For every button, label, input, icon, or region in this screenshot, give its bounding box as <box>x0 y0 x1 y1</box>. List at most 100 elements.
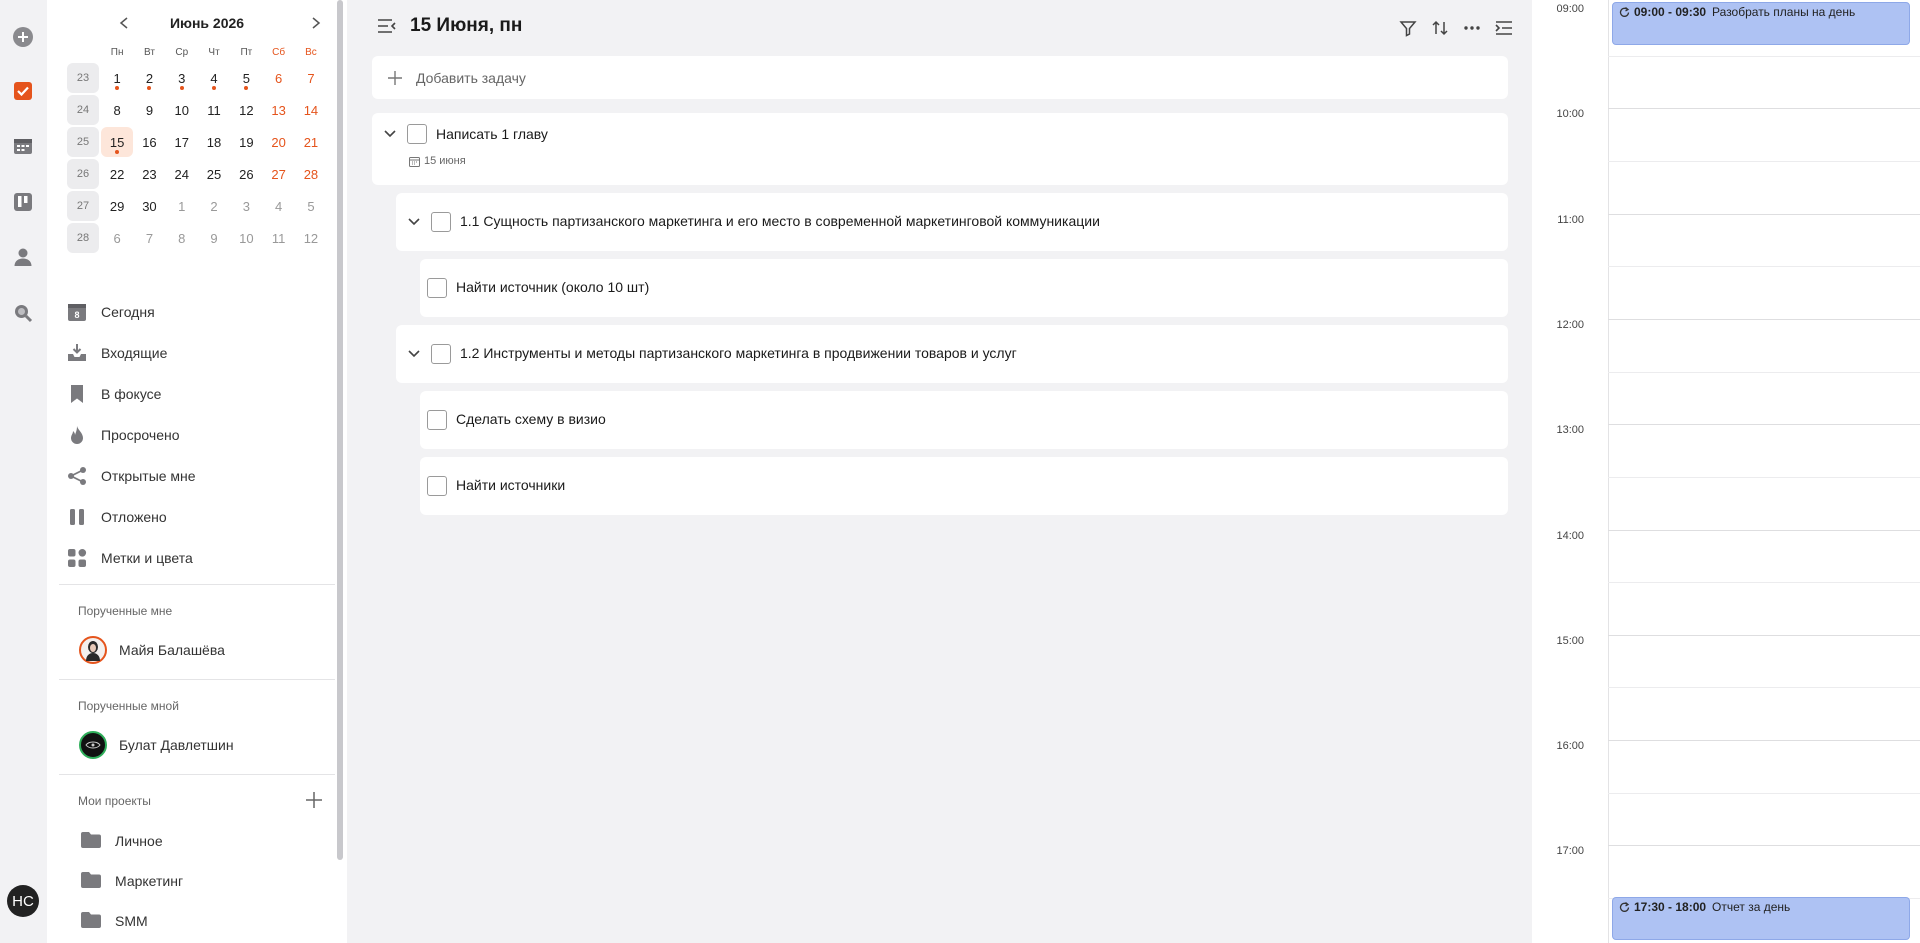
week-number[interactable]: 28 <box>67 223 99 253</box>
calendar-day[interactable]: 2 <box>198 191 230 221</box>
hour-label: 16:00 <box>1556 740 1584 753</box>
week-number[interactable]: 26 <box>67 159 99 189</box>
task-row[interactable]: Найти источник (около 10 шт) <box>420 259 1508 317</box>
calendar-day[interactable]: 5 <box>230 63 262 93</box>
person-item-assigned-to-me[interactable]: Майя Балашёва <box>79 634 225 666</box>
task-row[interactable]: Написать 1 главу 15 июня <box>372 113 1508 185</box>
calendar-day[interactable]: 21 <box>295 127 327 157</box>
calendar-day[interactable]: 9 <box>133 95 165 125</box>
chevron-down-icon[interactable] <box>406 346 422 362</box>
sidebar-scrollbar[interactable] <box>337 0 343 860</box>
calendar-day[interactable]: 1 <box>166 191 198 221</box>
calendar-day[interactable]: 28 <box>295 159 327 189</box>
calendar-day[interactable]: 22 <box>101 159 133 189</box>
sidebar-item-3[interactable]: Просрочено <box>65 414 335 455</box>
calendar-day[interactable]: 10 <box>166 95 198 125</box>
calendar-day[interactable]: 24 <box>166 159 198 189</box>
folder-icon <box>80 871 102 892</box>
day-number: 9 <box>210 230 218 246</box>
chevron-down-icon[interactable] <box>406 214 422 230</box>
task-row[interactable]: Найти источники <box>420 457 1508 515</box>
user-avatar[interactable]: НС <box>7 885 39 917</box>
calendar-day[interactable]: 7 <box>133 223 165 253</box>
sidebar-item-0[interactable]: 8 Сегодня <box>65 291 335 332</box>
task-title: Сделать схему в визио <box>456 411 606 427</box>
tasks-checkbox-icon[interactable] <box>11 79 35 103</box>
calendar-day[interactable]: 17 <box>166 127 198 157</box>
task-checkbox[interactable] <box>427 476 447 496</box>
add-circle-icon[interactable] <box>11 25 35 49</box>
calendar-day-today[interactable]: 15 <box>101 127 134 157</box>
project-item[interactable]: Маркетинг <box>80 866 183 896</box>
day-number: 22 <box>109 166 125 182</box>
collapse-panel-icon[interactable] <box>1493 17 1515 39</box>
more-options-icon[interactable] <box>1461 17 1483 39</box>
task-row[interactable]: 1.1 Сущность партизанского маркетинга и … <box>396 193 1508 251</box>
calendar-day[interactable]: 1 <box>101 63 133 93</box>
task-checkbox[interactable] <box>431 344 451 364</box>
calendar-day[interactable]: 20 <box>262 127 294 157</box>
calendar-day[interactable]: 23 <box>133 159 165 189</box>
sidebar-item-1[interactable]: Входящие <box>65 332 335 373</box>
calendar-day[interactable]: 18 <box>198 127 230 157</box>
calendar-day[interactable]: 4 <box>262 191 294 221</box>
calendar-day[interactable]: 25 <box>198 159 230 189</box>
add-project-icon[interactable] <box>305 791 323 814</box>
calendar-day[interactable]: 16 <box>133 127 165 157</box>
calendar-day[interactable]: 9 <box>198 223 230 253</box>
calendar-day[interactable]: 19 <box>230 127 262 157</box>
calendar-day[interactable]: 11 <box>262 223 294 253</box>
task-checkbox[interactable] <box>427 410 447 430</box>
task-checkbox[interactable] <box>427 278 447 298</box>
calendar-day[interactable]: 3 <box>230 191 262 221</box>
sidebar-item-5[interactable]: Отложено <box>65 496 335 537</box>
person-item-assigned-by-me[interactable]: Булат Давлетшин <box>79 729 234 761</box>
task-checkbox[interactable] <box>431 212 451 232</box>
chevron-down-icon[interactable] <box>382 126 398 142</box>
task-row[interactable]: 1.2 Инструменты и методы партизанского м… <box>396 325 1508 383</box>
calendar-day[interactable]: 5 <box>295 191 327 221</box>
calendar-day[interactable]: 4 <box>198 63 230 93</box>
sort-icon[interactable] <box>1429 17 1451 39</box>
calendar-day[interactable]: 6 <box>101 223 133 253</box>
calendar-day[interactable]: 8 <box>166 223 198 253</box>
week-number[interactable]: 23 <box>67 63 99 93</box>
calendar-day[interactable]: 14 <box>295 95 327 125</box>
calendar-day[interactable]: 8 <box>101 95 133 125</box>
chevron-right-icon[interactable] <box>305 12 327 34</box>
person-icon[interactable] <box>11 245 35 269</box>
calendar-day[interactable]: 7 <box>295 63 327 93</box>
search-icon[interactable] <box>11 301 35 325</box>
project-item[interactable]: Личное <box>80 826 163 856</box>
sidebar-item-2[interactable]: В фокусе <box>65 373 335 414</box>
folder-icon <box>80 831 102 852</box>
filter-icon[interactable] <box>1397 17 1419 39</box>
board-icon[interactable] <box>11 190 35 214</box>
calendar-day[interactable]: 10 <box>230 223 262 253</box>
sidebar-item-4[interactable]: Открытые мне <box>65 455 335 496</box>
calendar-day[interactable]: 30 <box>133 191 165 221</box>
calendar-day[interactable]: 27 <box>262 159 294 189</box>
project-item[interactable]: SMM <box>80 906 148 936</box>
calendar-day[interactable]: 26 <box>230 159 262 189</box>
sidebar-item-6[interactable]: Метки и цвета <box>65 537 335 578</box>
calendar-day[interactable]: 13 <box>262 95 294 125</box>
calendar-day[interactable]: 29 <box>101 191 133 221</box>
calendar-day[interactable]: 2 <box>133 63 165 93</box>
calendar-icon[interactable] <box>11 134 35 158</box>
calendar-day[interactable]: 12 <box>295 223 327 253</box>
collapse-sidebar-icon[interactable] <box>376 17 396 40</box>
week-number[interactable]: 24 <box>67 95 99 125</box>
calendar-event[interactable]: 17:30 - 18:00 Отчет за день <box>1612 897 1910 940</box>
calendar-event[interactable]: 09:00 - 09:30 Разобрать планы на день <box>1612 2 1910 45</box>
task-checkbox[interactable] <box>407 124 427 144</box>
task-row[interactable]: Сделать схему в визио <box>420 391 1508 449</box>
calendar-day[interactable]: 11 <box>198 95 230 125</box>
calendar-day[interactable]: 12 <box>230 95 262 125</box>
week-number[interactable]: 25 <box>67 127 99 157</box>
calendar-day[interactable]: 6 <box>262 63 294 93</box>
sidebar: Июнь 2026 Пн Вт Ср Чт Пт Сб Вс 23 1 2 3 4 5 6 7 24 8 9 10 1… <box>47 0 347 943</box>
calendar-day[interactable]: 3 <box>166 63 198 93</box>
add-task-input[interactable]: Добавить задачу <box>372 56 1508 99</box>
week-number[interactable]: 27 <box>67 191 99 221</box>
